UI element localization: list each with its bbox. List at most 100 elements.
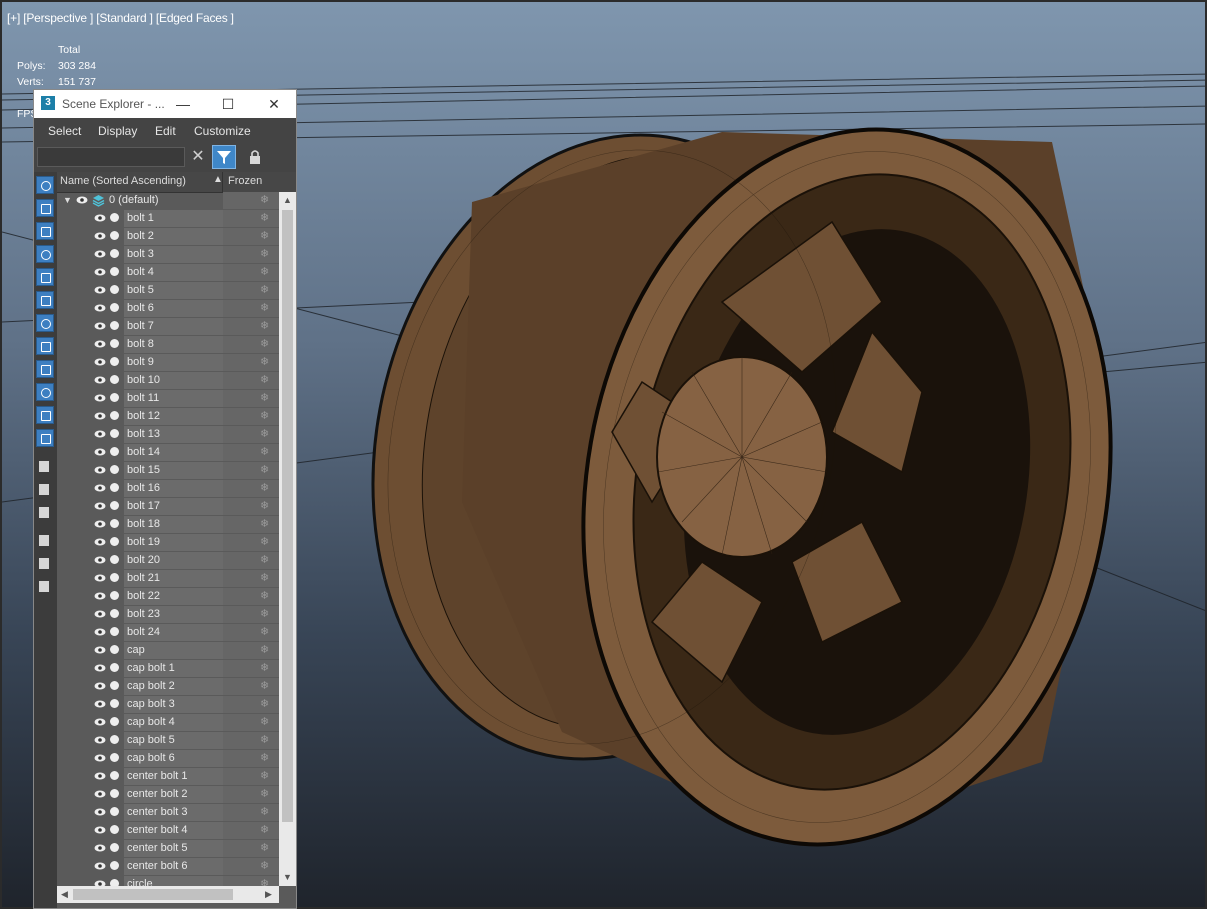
spacewarps-filter-icon[interactable] [36, 291, 54, 309]
frozen-icon[interactable]: ❄ [260, 607, 269, 620]
scroll-right-icon[interactable]: ▶ [265, 889, 272, 900]
column-header[interactable]: Name (Sorted Ascending) ▲ Frozen [57, 172, 296, 193]
helpers-filter-icon[interactable] [36, 268, 54, 286]
eye-icon[interactable] [94, 574, 106, 582]
object-row[interactable]: cap bolt 5 ❄ [57, 732, 279, 750]
object-row[interactable]: bolt 15 ❄ [57, 462, 279, 480]
object-row[interactable]: cap bolt 2 ❄ [57, 678, 279, 696]
eye-icon[interactable] [94, 412, 106, 420]
object-row[interactable]: center bolt 4 ❄ [57, 822, 279, 840]
horizontal-scrollbar[interactable]: ◀ ▶ [57, 886, 279, 903]
object-row[interactable]: center bolt 2 ❄ [57, 786, 279, 804]
object-row[interactable]: bolt 21 ❄ [57, 570, 279, 588]
frozen-icon[interactable]: ❄ [260, 589, 269, 602]
frozen-icon[interactable]: ❄ [260, 553, 269, 566]
frozen-icon[interactable]: ❄ [260, 445, 269, 458]
eye-icon[interactable] [94, 250, 106, 258]
object-row[interactable]: bolt 16 ❄ [57, 480, 279, 498]
menu-edit[interactable]: Edit [155, 124, 176, 138]
eye-icon[interactable] [94, 448, 106, 456]
eye-icon[interactable] [94, 520, 106, 528]
vertical-scroll-thumb[interactable] [282, 210, 293, 822]
frozen-icon[interactable]: ❄ [260, 373, 269, 386]
groups-filter-icon[interactable] [36, 314, 54, 332]
frozen-icon[interactable]: ❄ [260, 715, 269, 728]
frozen-icon[interactable]: ❄ [260, 391, 269, 404]
object-row[interactable]: bolt 18 ❄ [57, 516, 279, 534]
xrefs-filter-icon[interactable] [36, 337, 54, 355]
frozen-icon[interactable]: ❄ [260, 427, 269, 440]
frozen-icon[interactable]: ❄ [260, 193, 269, 206]
eye-icon[interactable] [94, 376, 106, 384]
frozen-icon[interactable]: ❄ [260, 247, 269, 260]
object-row[interactable]: bolt 9 ❄ [57, 354, 279, 372]
scroll-left-icon[interactable]: ◀ [61, 889, 68, 900]
frozen-icon[interactable]: ❄ [260, 733, 269, 746]
eye-icon[interactable] [94, 844, 106, 852]
layer-row[interactable]: ▼ 0 (default) ❄ [57, 192, 279, 210]
eye-icon[interactable] [94, 484, 106, 492]
viewport-label[interactable]: [+] [Perspective ] [Standard ] [Edged Fa… [7, 11, 234, 25]
frozen-icon[interactable]: ❄ [260, 769, 269, 782]
selection-set-icon[interactable] [36, 578, 54, 596]
eye-icon[interactable] [94, 826, 106, 834]
scene-explorer-window[interactable]: 3 Scene Explorer - ... — ☐ ✕ Select Disp… [33, 89, 297, 909]
frozen-icon[interactable]: ❄ [260, 337, 269, 350]
eye-icon[interactable] [94, 772, 106, 780]
eye-icon[interactable] [94, 664, 106, 672]
object-row[interactable]: bolt 7 ❄ [57, 318, 279, 336]
title-bar[interactable]: 3 Scene Explorer - ... — ☐ ✕ [34, 90, 296, 118]
eye-icon[interactable] [94, 592, 106, 600]
eye-icon[interactable] [94, 790, 106, 798]
object-row[interactable]: bolt 17 ❄ [57, 498, 279, 516]
eye-icon[interactable] [94, 304, 106, 312]
frozen-icon[interactable]: ❄ [260, 211, 269, 224]
frozen-icon[interactable]: ❄ [260, 877, 269, 886]
containers-filter-icon[interactable] [36, 383, 54, 401]
eye-icon[interactable] [94, 556, 106, 564]
frozen-icon[interactable]: ❄ [260, 535, 269, 548]
close-button[interactable]: ✕ [260, 94, 288, 114]
scroll-up-icon[interactable]: ▲ [283, 195, 292, 205]
frozen-icon[interactable]: ❄ [260, 319, 269, 332]
lock-button[interactable] [246, 148, 264, 166]
object-row[interactable]: center bolt 1 ❄ [57, 768, 279, 786]
filter-toggle-button[interactable] [212, 145, 236, 169]
frozen-icon[interactable]: ❄ [260, 265, 269, 278]
object-row[interactable]: bolt 19 ❄ [57, 534, 279, 552]
object-row[interactable]: bolt 1 ❄ [57, 210, 279, 228]
eye-icon[interactable] [94, 232, 106, 240]
eye-icon[interactable] [94, 862, 106, 870]
frozen-icon[interactable]: ❄ [260, 805, 269, 818]
frozen-icon[interactable]: ❄ [260, 283, 269, 296]
eye-icon[interactable] [94, 214, 106, 222]
scene-tree[interactable]: Name (Sorted Ascending) ▲ Frozen ▼ 0 (de… [57, 172, 296, 908]
eye-icon[interactable] [94, 646, 106, 654]
column-divider[interactable] [222, 172, 223, 192]
eye-icon[interactable] [94, 610, 106, 618]
eye-icon[interactable] [94, 808, 106, 816]
frozen-icon[interactable]: ❄ [260, 787, 269, 800]
display-none-icon[interactable] [36, 481, 54, 499]
frozen-icon[interactable]: ❄ [260, 571, 269, 584]
object-row[interactable]: cap ❄ [57, 642, 279, 660]
frozen-icon[interactable]: ❄ [260, 841, 269, 854]
frozen-icon[interactable]: ❄ [260, 679, 269, 692]
cameras-filter-icon[interactable] [36, 245, 54, 263]
eye-icon[interactable] [94, 394, 106, 402]
eye-icon[interactable] [94, 268, 106, 276]
frozen-icon[interactable]: ❄ [260, 859, 269, 872]
menu-select[interactable]: Select [48, 124, 81, 138]
object-row[interactable]: cap bolt 3 ❄ [57, 696, 279, 714]
object-row[interactable]: cap bolt 1 ❄ [57, 660, 279, 678]
display-all-icon[interactable] [36, 458, 54, 476]
object-row[interactable]: bolt 24 ❄ [57, 624, 279, 642]
eye-icon[interactable] [94, 700, 106, 708]
column-name[interactable]: Name (Sorted Ascending) [60, 175, 186, 187]
object-row[interactable]: bolt 20 ❄ [57, 552, 279, 570]
menu-display[interactable]: Display [98, 124, 137, 138]
object-row[interactable]: bolt 12 ❄ [57, 408, 279, 426]
object-row[interactable]: center bolt 5 ❄ [57, 840, 279, 858]
column-frozen[interactable]: Frozen [228, 175, 262, 187]
eye-icon[interactable] [94, 754, 106, 762]
